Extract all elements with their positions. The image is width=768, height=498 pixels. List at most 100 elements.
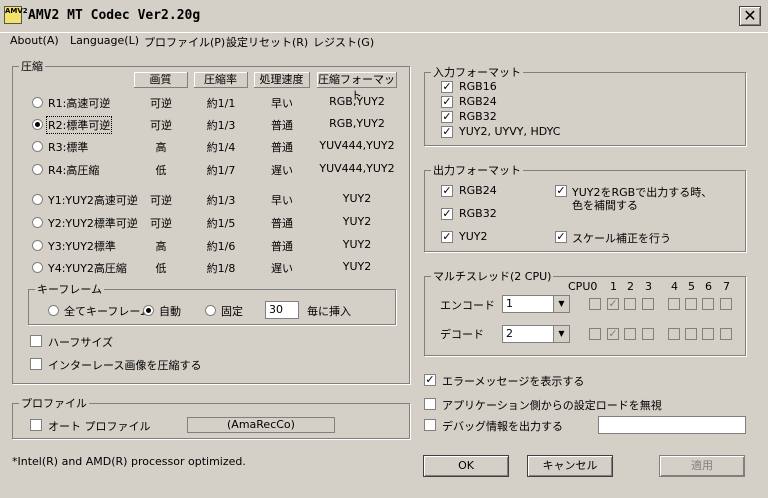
keyframe-interval-input[interactable]: 30 [265, 301, 299, 319]
speed-value: 普通 [271, 141, 293, 154]
decode-cpu3-checkbox[interactable] [642, 328, 654, 340]
radio-y3[interactable] [32, 240, 43, 251]
encode-cpu1-checkbox[interactable]: ✓ [607, 298, 619, 310]
cancel-button[interactable]: キャンセル [527, 455, 613, 477]
header-quality: 画質 [134, 72, 188, 88]
debug-path-input[interactable] [598, 416, 746, 434]
encode-cpu7-checkbox[interactable] [720, 298, 732, 310]
ratio-value: 約1/5 [206, 217, 236, 230]
encode-cpu5-checkbox[interactable] [685, 298, 697, 310]
output-yuy2-label: YUY2 [459, 230, 488, 243]
cpu5-label: 5 [688, 280, 695, 293]
mode-label: Y1:YUY2高速可逆 [48, 194, 138, 207]
debug-output-label: デバッグ情報を出力する [442, 420, 563, 433]
encode-cpu0-checkbox[interactable] [589, 298, 601, 310]
mode-label: Y4:YUY2高圧縮 [48, 262, 127, 275]
format-value: YUY2 [342, 260, 372, 273]
format-value: YUV444,YUY2 [319, 139, 395, 152]
decode-cpu1-checkbox[interactable]: ✓ [607, 328, 619, 340]
radio-y4[interactable] [32, 262, 43, 273]
quality-value: 可逆 [150, 194, 172, 207]
half-size-checkbox[interactable] [30, 335, 42, 347]
speed-value: 普通 [271, 217, 293, 230]
input-yuy2-checkbox[interactable]: ✓ [441, 126, 453, 138]
menu-profile[interactable]: プロファイル(P) [144, 34, 225, 50]
encode-cpu3-checkbox[interactable] [642, 298, 654, 310]
cpu7-label: 7 [723, 280, 730, 293]
menu-bar: About(A) Language(L) プロファイル(P) 設定リセット(R)… [0, 32, 768, 52]
title-bar[interactable]: AMV2 AMV2 MT Codec Ver2.20g ✕ [0, 0, 768, 33]
radio-y2[interactable] [32, 217, 43, 228]
quality-value: 高 [155, 141, 167, 154]
input-rgb32-checkbox[interactable]: ✓ [441, 111, 453, 123]
half-size-label: ハーフサイズ [48, 336, 114, 349]
output-rgb32-checkbox[interactable]: ✓ [441, 208, 453, 220]
radio-keyframe-all[interactable] [48, 305, 59, 316]
multithread-legend: マルチスレッド(2 CPU) [433, 270, 552, 283]
output-rgb24-checkbox[interactable]: ✓ [441, 185, 453, 197]
menu-register[interactable]: レジスト(G) [313, 34, 374, 50]
quality-value: 低 [155, 164, 167, 177]
auto-profile-checkbox[interactable] [30, 419, 42, 431]
radio-keyframe-auto[interactable] [143, 305, 154, 316]
ignore-app-settings-checkbox[interactable] [424, 398, 436, 410]
chevron-down-icon: ▼ [553, 326, 569, 342]
decode-cpu0-checkbox[interactable] [589, 328, 601, 340]
input-rgb24-checkbox[interactable]: ✓ [441, 96, 453, 108]
encode-threads-select[interactable]: 1 ▼ [502, 295, 570, 313]
speed-value: 早い [271, 97, 293, 110]
radio-keyframe-fixed[interactable] [205, 305, 216, 316]
ratio-value: 約1/6 [206, 240, 236, 253]
menu-reset-settings[interactable]: 設定リセット(R) [226, 34, 308, 50]
decode-cpu4-checkbox[interactable] [668, 328, 680, 340]
menu-language[interactable]: Language(L) [70, 34, 139, 47]
mode-label: Y3:YUY2標準 [48, 240, 116, 253]
input-rgb16-label: RGB16 [459, 80, 497, 93]
format-value: RGB,YUY2 [329, 117, 385, 130]
ok-button[interactable]: OK [423, 455, 509, 477]
scale-correction-checkbox[interactable]: ✓ [555, 231, 567, 243]
quality-value: 可逆 [150, 119, 172, 132]
quality-value: 可逆 [150, 217, 172, 230]
radio-r2[interactable] [32, 119, 43, 130]
radio-r3[interactable] [32, 141, 43, 152]
compression-legend: 圧縮 [21, 60, 43, 73]
input-format-legend: 入力フォーマット [433, 66, 521, 79]
ratio-value: 約1/7 [206, 164, 236, 177]
radio-r1[interactable] [32, 97, 43, 108]
window-title: AMV2 MT Codec Ver2.20g [28, 8, 201, 23]
decode-cpu7-checkbox[interactable] [720, 328, 732, 340]
decode-threads-select[interactable]: 2 ▼ [502, 325, 570, 343]
menu-about[interactable]: About(A) [10, 34, 59, 47]
speed-value: 普通 [271, 119, 293, 132]
radio-r4[interactable] [32, 164, 43, 175]
encode-cpu2-checkbox[interactable] [624, 298, 636, 310]
debug-output-checkbox[interactable] [424, 419, 436, 431]
mode-label: R2:標準可逆 [46, 116, 113, 134]
ratio-value: 約1/4 [206, 141, 236, 154]
quality-value: 可逆 [150, 97, 172, 110]
close-button[interactable]: ✕ [739, 6, 761, 26]
interlace-checkbox[interactable] [30, 358, 42, 370]
chevron-down-icon: ▼ [553, 296, 569, 312]
encode-cpu6-checkbox[interactable] [702, 298, 714, 310]
decode-cpu5-checkbox[interactable] [685, 328, 697, 340]
auto-profile-label: オート プロファイル [48, 420, 151, 433]
keyframe-fixed-label: 固定 [221, 305, 243, 318]
decode-threads-value: 2 [506, 327, 513, 340]
decode-cpu2-checkbox[interactable] [624, 328, 636, 340]
yuy2-rgb-interpolate-checkbox[interactable]: ✓ [555, 185, 567, 197]
radio-y1[interactable] [32, 194, 43, 205]
format-value: RGB,YUY2 [329, 95, 385, 108]
show-errors-checkbox[interactable]: ✓ [424, 374, 436, 386]
output-rgb32-label: RGB32 [459, 207, 497, 220]
input-rgb16-checkbox[interactable]: ✓ [441, 81, 453, 93]
apply-button[interactable]: 適用 [659, 455, 745, 477]
output-yuy2-checkbox[interactable]: ✓ [441, 231, 453, 243]
input-rgb32-label: RGB32 [459, 110, 497, 123]
encode-cpu4-checkbox[interactable] [668, 298, 680, 310]
header-ratio: 圧縮率 [194, 72, 248, 88]
scale-correction-label: スケール補正を行う [572, 232, 671, 245]
quality-value: 低 [155, 262, 167, 275]
decode-cpu6-checkbox[interactable] [702, 328, 714, 340]
